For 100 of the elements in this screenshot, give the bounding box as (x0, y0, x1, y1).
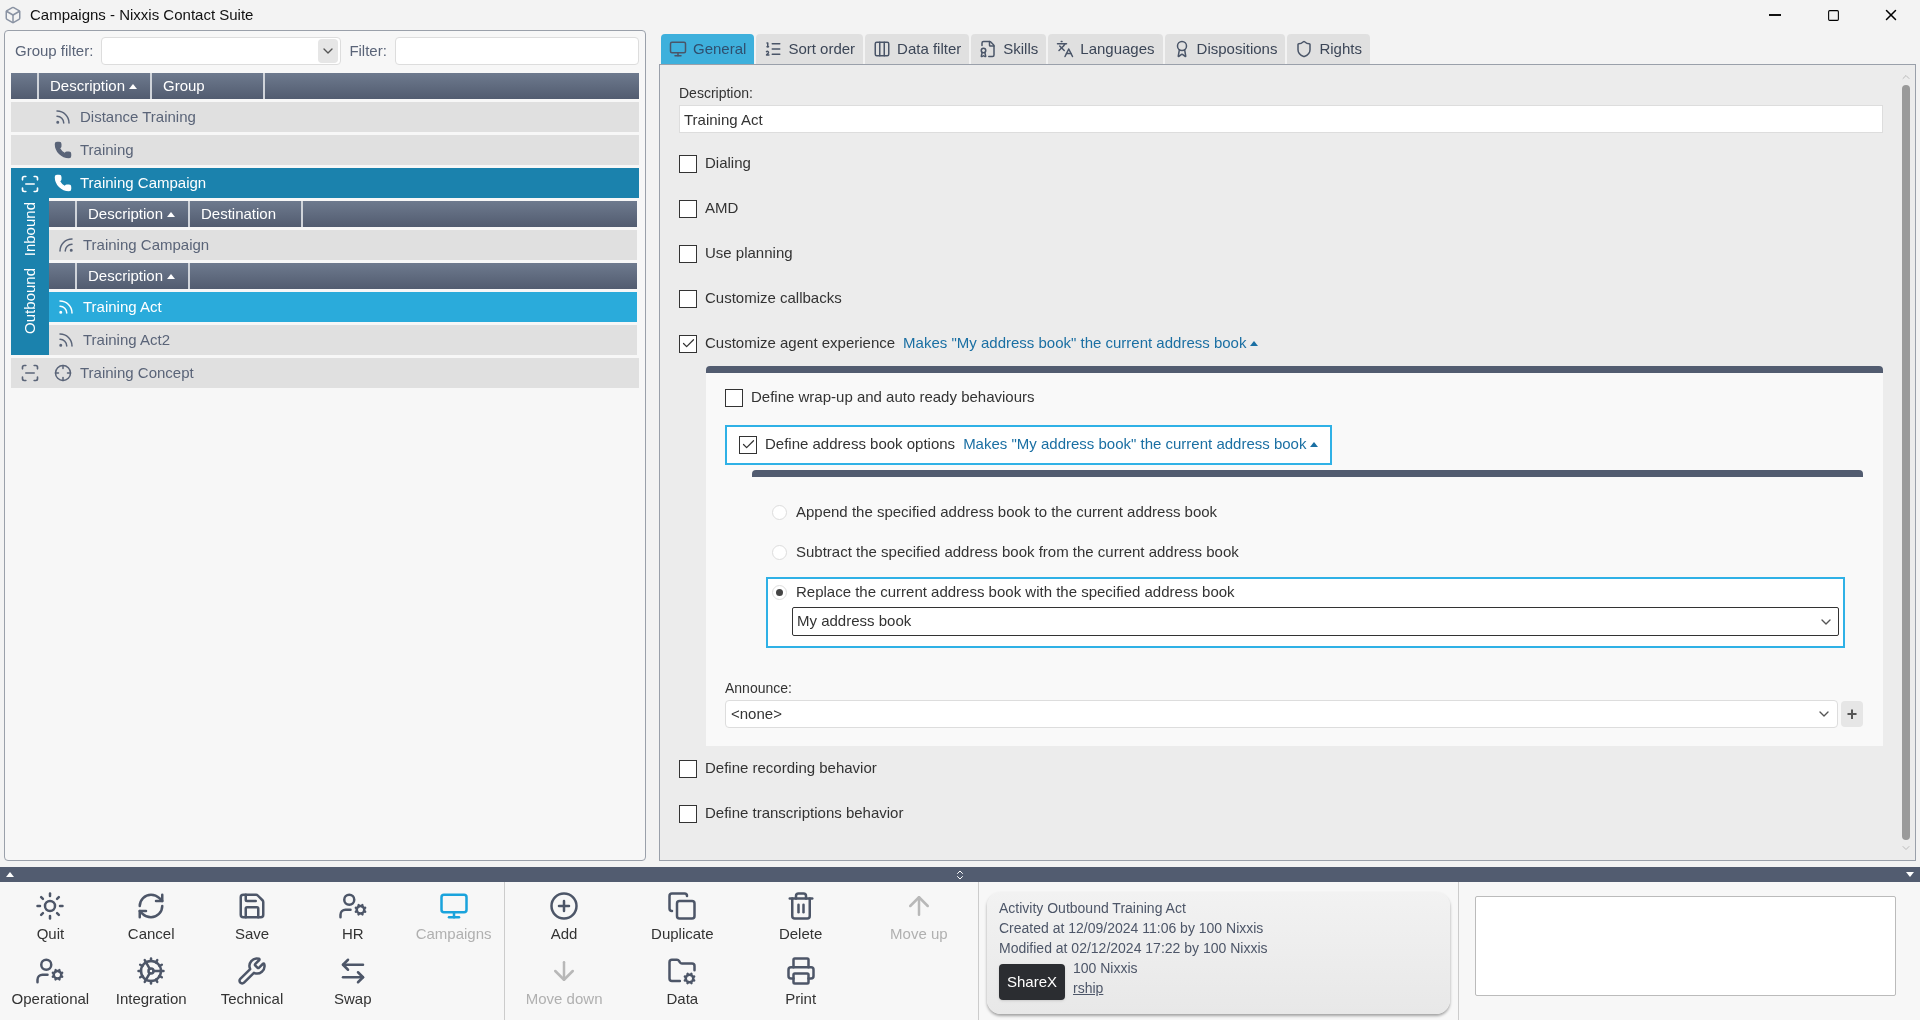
info-text: 100 Nixxis (1073, 959, 1138, 978)
ownership-link[interactable]: rship (1073, 978, 1104, 998)
checkbox[interactable] (679, 804, 697, 823)
checkbox[interactable] (679, 759, 697, 778)
radio-button[interactable] (772, 504, 787, 520)
column-header[interactable]: Description (80, 201, 190, 227)
toolbar-button[interactable]: Swap (302, 951, 404, 1016)
document-icon (979, 40, 998, 58)
field-label: Filter: (349, 40, 387, 61)
tab[interactable]: Sort order (756, 34, 864, 64)
toolbar-button[interactable]: Duplicate (623, 886, 742, 951)
summary-link[interactable]: Makes "My address book" the current address book (903, 332, 1259, 355)
caret-icon (1250, 341, 1259, 346)
column-header[interactable]: Group (155, 73, 265, 99)
checkbox[interactable] (725, 388, 743, 407)
option-label: Dialing (705, 153, 751, 174)
radio-button[interactable] (772, 544, 787, 560)
crosshair-icon (54, 364, 72, 382)
toolbar-button[interactable]: Add (505, 886, 624, 951)
info-text: Activity Outbound Training Act (999, 899, 1186, 918)
summary-link[interactable]: Makes "My address book" the current address book (963, 433, 1319, 456)
folder-gear-icon (667, 956, 698, 987)
tab[interactable]: Rights (1287, 34, 1370, 64)
radio-label: Subtract the specified address book from the current address book (796, 541, 1239, 562)
checkbox[interactable] (679, 289, 697, 308)
option-label: Define transcriptions behavior (705, 803, 904, 824)
tooltip: ShareX (999, 964, 1066, 1000)
caret-icon (167, 211, 176, 217)
signal-icon (54, 108, 72, 126)
info-text: Modified at 02/12/2024 17:22 by 100 Nixxis (999, 939, 1268, 958)
checkbox[interactable] (679, 244, 697, 263)
translate-icon (1056, 40, 1075, 58)
caret-icon (129, 83, 138, 89)
notes-field[interactable] (1475, 896, 1896, 996)
checkbox[interactable] (679, 334, 697, 353)
tree-row[interactable]: Training Campaign (49, 230, 637, 260)
checkbox[interactable] (739, 435, 757, 454)
signal-icon (57, 331, 75, 349)
side-tab[interactable]: Inbound (18, 202, 42, 257)
printer-icon (785, 956, 816, 987)
radio-label: Append the specified address book to the current address book (796, 501, 1218, 522)
toolbar-button[interactable]: Operational (0, 951, 101, 1016)
tree-row[interactable]: Training Act2 (49, 325, 637, 355)
option-label: Define address book options (765, 434, 956, 455)
toolbar-button[interactable]: Data (623, 951, 742, 1016)
shield-icon (1295, 40, 1314, 58)
field-label: Group filter: (15, 40, 94, 61)
toolbar-button[interactable]: HR (302, 886, 404, 951)
checkbox[interactable] (679, 154, 697, 173)
toolbar-button[interactable]: Save (201, 886, 303, 951)
monitor-icon (438, 891, 469, 922)
filter-field[interactable] (394, 37, 639, 65)
option-label: Use planning (705, 243, 793, 264)
tab[interactable]: General (661, 34, 755, 64)
caret-icon (167, 273, 176, 279)
gear-icon (136, 956, 167, 987)
minimize-icon (1769, 14, 1781, 16)
side-tab[interactable]: Outbound (18, 268, 42, 335)
cube-icon (4, 6, 22, 24)
option-label: Customize callbacks (705, 288, 842, 309)
columns-icon (873, 40, 892, 58)
signal-icon (57, 236, 75, 254)
description-field[interactable]: Training Act (679, 105, 1883, 133)
column-header[interactable]: Destination (193, 201, 303, 227)
option-label: Define recording behavior (705, 758, 877, 779)
monitor-icon (669, 40, 687, 58)
save-icon (237, 891, 267, 922)
toolbar-button[interactable]: Print (741, 951, 860, 1016)
toolbar-button[interactable]: Delete (741, 886, 860, 951)
field-label: Description: (679, 84, 754, 103)
toolbar-button[interactable]: Integration (100, 951, 202, 1016)
caret-icon (1310, 442, 1319, 447)
radio-button[interactable] (772, 584, 787, 600)
column-header[interactable]: Description (80, 263, 190, 289)
announce-dropdown[interactable]: <none> (725, 700, 1838, 728)
toolbar-button[interactable]: Quit (0, 886, 101, 951)
add-icon (549, 891, 580, 922)
address-book-dropdown[interactable]: My address book (792, 607, 1839, 636)
expand-icon[interactable] (20, 174, 40, 194)
tab[interactable]: Dispositions (1164, 34, 1286, 64)
tab[interactable]: Data filter (865, 34, 970, 64)
phone-icon (54, 174, 72, 192)
info-text: Created at 12/09/2024 11:06 by 100 Nixxis (999, 919, 1264, 938)
checkbox[interactable] (679, 199, 697, 218)
toolbar-button[interactable]: Cancel (100, 886, 202, 951)
option-label: Customize agent experience (705, 333, 896, 354)
copy-icon (667, 891, 698, 922)
option-label: Define wrap-up and auto ready behaviours (751, 387, 1035, 408)
add-button[interactable]: + (1841, 701, 1863, 727)
restore-icon (1826, 8, 1840, 22)
expand-icon[interactable] (20, 363, 40, 383)
toolbar-button[interactable]: Technical (201, 951, 303, 1016)
tree-row[interactable]: Training Campaign (49, 168, 639, 198)
option-label: AMD (705, 198, 739, 219)
signal-icon (57, 298, 75, 316)
tab[interactable]: Languages (1048, 34, 1163, 64)
window-title: Campaigns - Nixxis Contact Suite (30, 4, 254, 25)
column-header[interactable]: Description (42, 73, 152, 99)
list-icon (764, 40, 783, 58)
tab[interactable]: Skills (971, 34, 1047, 64)
